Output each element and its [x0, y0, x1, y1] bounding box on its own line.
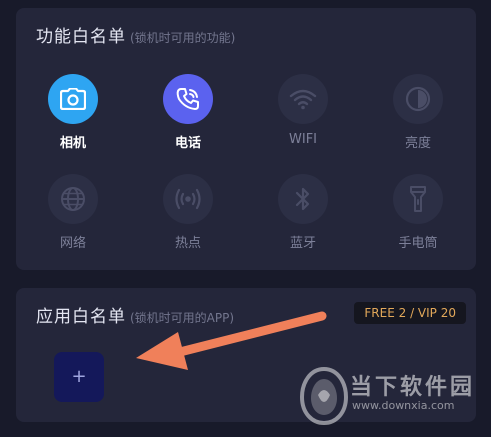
- phone-icon: [163, 74, 213, 124]
- plus-icon: +: [71, 366, 87, 387]
- function-item-label: 热点: [174, 236, 201, 251]
- brightness-icon: [393, 74, 443, 124]
- function-item-label: 亮度: [404, 136, 431, 151]
- hotspot-icon: [163, 174, 213, 224]
- function-item-network[interactable]: 网络: [23, 174, 123, 251]
- function-item-label: 电话: [174, 136, 201, 151]
- function-item-brightness[interactable]: 亮度: [368, 74, 468, 151]
- function-item-camera[interactable]: 相机: [23, 74, 123, 151]
- add-app-button[interactable]: +: [54, 352, 104, 402]
- function-item-label: 手电筒: [398, 236, 438, 251]
- function-item-bluetooth[interactable]: 蓝牙: [253, 174, 353, 251]
- app-whitelist-title: 应用白名单: [36, 307, 126, 327]
- function-item-label: 网络: [59, 236, 86, 251]
- vip-quota-badge: FREE 2 / VIP 20: [354, 302, 466, 324]
- function-item-label: WIFI: [289, 132, 317, 147]
- function-whitelist-title: 功能白名单: [36, 27, 126, 47]
- function-item-flashlight[interactable]: 手电筒: [368, 174, 468, 251]
- function-whitelist-card: 功能白名单 (锁机时可用的功能) 相机 电话 WIFI 亮度 网络 热点 蓝牙 …: [16, 8, 476, 270]
- function-whitelist-subtitle: (锁机时可用的功能): [130, 31, 236, 45]
- flashlight-icon: [393, 174, 443, 224]
- globe-icon: [48, 174, 98, 224]
- function-whitelist-header: 功能白名单 (锁机时可用的功能): [36, 22, 235, 47]
- watermark-logo-icon: [299, 366, 349, 426]
- watermark-url: www.downxia.com: [352, 399, 455, 412]
- function-item-phone[interactable]: 电话: [138, 74, 238, 151]
- camera-icon: [48, 74, 98, 124]
- function-item-wifi[interactable]: WIFI: [253, 74, 353, 147]
- bluetooth-icon: [278, 174, 328, 224]
- watermark-name: 当下软件园: [350, 375, 476, 400]
- wifi-icon: [278, 74, 328, 124]
- watermark: 当下软件园 www.downxia.com: [298, 365, 478, 427]
- function-item-label: 蓝牙: [289, 236, 316, 251]
- function-item-label: 相机: [59, 136, 86, 151]
- function-item-hotspot[interactable]: 热点: [138, 174, 238, 251]
